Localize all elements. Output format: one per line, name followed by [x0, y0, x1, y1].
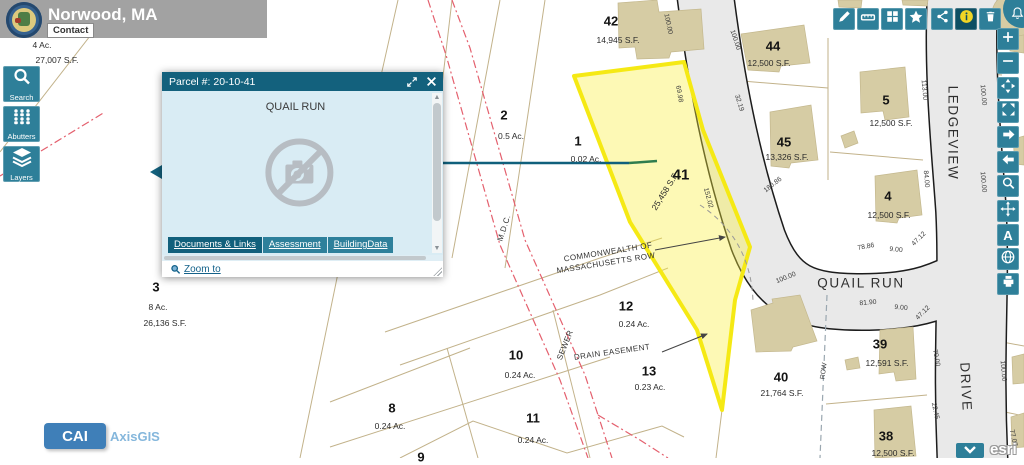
popup-title: Parcel #: 20-10-41: [166, 76, 401, 88]
zoom-out-icon: [1001, 54, 1015, 73]
map-canvas[interactable]: [0, 0, 1024, 458]
overview-globe-button[interactable]: [997, 248, 1019, 270]
parcel-popup: Parcel #: 20-10-41 QUAIL RUN Documents &…: [162, 72, 443, 277]
sidebar-button-search[interactable]: Search: [3, 66, 40, 102]
zoom-in-button[interactable]: [997, 28, 1019, 50]
scroll-up-arrow[interactable]: ▲: [432, 93, 442, 102]
printer-icon: [1001, 274, 1016, 294]
popup-tabs: Documents & Links Assessment BuildingDat…: [168, 237, 394, 253]
next-extent-button[interactable]: [997, 126, 1019, 148]
sidebar-button-layers[interactable]: Layers: [3, 146, 40, 182]
town-seal-logo: [6, 2, 42, 38]
pencil-icon: [836, 9, 852, 30]
zoom-box-button[interactable]: [997, 175, 1019, 197]
popup-close-button[interactable]: [423, 74, 439, 90]
print-button[interactable]: [997, 273, 1019, 295]
axisgis-wordmark: AxisGIS: [110, 429, 160, 444]
zoom-out-button[interactable]: [997, 52, 1019, 74]
share-icon: [935, 9, 950, 29]
default-extent-icon: [1000, 78, 1016, 99]
bell-icon: [1010, 6, 1024, 26]
draw-tool-button[interactable]: [833, 8, 855, 30]
arrow-right-icon: [1001, 127, 1016, 147]
chevron-down-icon: [963, 442, 977, 460]
sidebar-button-label: Layers: [10, 173, 33, 182]
tab-documents-links[interactable]: Documents & Links: [168, 237, 262, 253]
scrollbar-thumb[interactable]: [433, 103, 441, 221]
esri-watermark: esri: [990, 441, 1017, 458]
full-extent-icon: [1001, 102, 1016, 122]
parcel-boundary-lines: [0, 0, 1024, 458]
share-button[interactable]: [931, 8, 953, 30]
zoom-to-label: Zoom to: [184, 264, 221, 275]
basemap-tool-button[interactable]: [881, 8, 903, 30]
popup-resize-handle[interactable]: [433, 267, 442, 276]
parcel-address: QUAIL RUN: [162, 101, 429, 113]
pan-button[interactable]: [997, 200, 1019, 222]
contact-button[interactable]: Contact: [47, 23, 94, 38]
popup-expand-button[interactable]: [404, 74, 420, 90]
cai-axisgis-logo[interactable]: CAI AxisGIS: [44, 423, 160, 449]
popup-vertical-scrollbar[interactable]: ▲ ▼: [432, 93, 442, 253]
scroll-down-arrow[interactable]: ▼: [432, 244, 442, 253]
grid-icon: [885, 9, 900, 29]
info-button[interactable]: [955, 8, 977, 30]
scrollbar-thumb[interactable]: [164, 256, 426, 260]
popup-footer: Zoom to: [162, 261, 443, 277]
trash-icon: [983, 9, 998, 29]
ruler-icon: [860, 9, 876, 30]
abutters-icon: [11, 107, 33, 131]
no-photo-icon: [263, 137, 335, 214]
measure-tool-button[interactable]: [857, 8, 879, 30]
globe-icon: [1000, 249, 1016, 270]
sidebar-button-label: Abutters: [8, 132, 36, 141]
full-extent-button[interactable]: [997, 101, 1019, 123]
letter-a-icon: A: [1003, 228, 1012, 243]
default-extent-button[interactable]: [997, 77, 1019, 99]
town-title: Norwood, MA: [48, 5, 158, 25]
star-icon: [908, 9, 924, 30]
bookmark-tool-button[interactable]: [905, 8, 927, 30]
previous-extent-button[interactable]: [997, 151, 1019, 173]
pan-arrows-icon: [1000, 201, 1016, 222]
zoom-in-icon: [1001, 30, 1015, 49]
arrow-left-icon: [1001, 152, 1016, 172]
search-icon: [12, 67, 32, 92]
layers-icon: [11, 147, 33, 172]
tab-building-data[interactable]: BuildingData: [328, 237, 394, 253]
magnifier-icon: [1001, 176, 1016, 196]
sidebar-button-label: Search: [10, 93, 34, 102]
tab-assessment[interactable]: Assessment: [263, 237, 327, 253]
label-tool-button[interactable]: A: [997, 224, 1019, 246]
popup-header[interactable]: Parcel #: 20-10-41: [162, 72, 443, 91]
cai-logo-box: CAI: [44, 423, 106, 449]
popup-body: QUAIL RUN Documents & Links Assessment B…: [162, 91, 443, 255]
collapse-panel-button[interactable]: [956, 443, 984, 458]
delete-button[interactable]: [979, 8, 1001, 30]
sidebar-button-abutters[interactable]: Abutters: [3, 106, 40, 142]
popup-anchor-pointer: [150, 165, 162, 179]
zoom-to-link[interactable]: Zoom to: [170, 264, 221, 275]
info-icon: [958, 8, 975, 30]
